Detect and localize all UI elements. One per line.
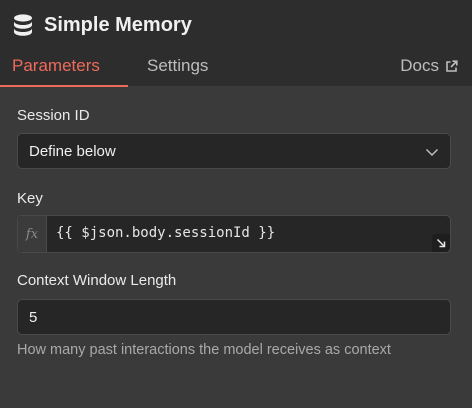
node-title-text: Simple Memory [44,13,192,36]
key-expression-text: {{ $json.body.sessionId }} [56,225,276,241]
docs-label: Docs [400,56,439,75]
tab-parameters[interactable]: Parameters [12,56,100,76]
context-window-label: Context Window Length [17,272,177,289]
database-icon [12,13,34,37]
tab-settings[interactable]: Settings [147,56,208,76]
expand-arrow-icon [436,238,446,248]
context-window-hint: How many past interactions the model rec… [17,342,391,358]
fx-icon: fx [18,216,47,252]
tab-bar: Parameters Settings Docs [0,52,472,87]
node-title: Simple Memory [12,12,192,38]
external-link-icon [445,59,458,73]
expand-editor-button[interactable] [432,234,450,252]
tab-docs[interactable]: Docs [400,56,458,76]
session-id-select[interactable]: Define below [17,133,451,169]
tab-parameters-underline [0,85,128,87]
context-window-input[interactable] [17,299,451,335]
session-id-value: Define below [29,142,116,160]
chevron-down-icon [425,145,439,163]
key-expression-field[interactable]: fx {{ $json.body.sessionId }} [17,215,451,253]
node-header: Simple Memory Parameters Settings Docs [0,0,472,87]
session-id-label: Session ID [17,107,90,124]
key-label: Key [17,190,43,207]
